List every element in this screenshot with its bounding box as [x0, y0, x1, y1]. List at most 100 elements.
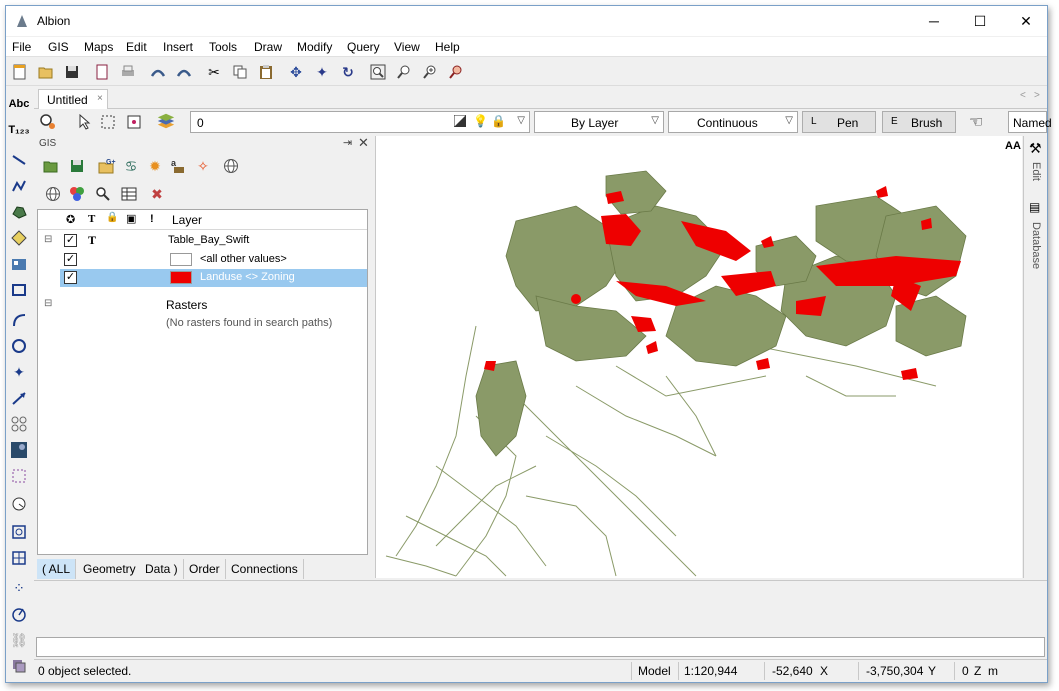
print-header-icon[interactable]: ▣: [126, 212, 136, 225]
save-icon[interactable]: [62, 62, 82, 82]
tab-scroll-right-icon[interactable]: >: [1034, 90, 1040, 101]
select-window-icon[interactable]: [98, 112, 118, 132]
open-folder-icon[interactable]: [36, 62, 56, 82]
tab-order[interactable]: Order: [184, 559, 226, 579]
menu-draw[interactable]: Draw: [254, 40, 282, 54]
list-item[interactable]: ✓ Landuse <> Zoning: [60, 269, 367, 287]
table-row[interactable]: ⊟ ✓ T Table_Bay_Swift: [38, 232, 367, 250]
block-tool-icon[interactable]: [9, 254, 29, 274]
gis-magic-wand-icon[interactable]: ✧: [193, 156, 213, 176]
layers-manager-icon[interactable]: [156, 111, 176, 131]
row-visible-checkbox[interactable]: ✓: [64, 253, 77, 266]
minimize-button[interactable]: ─: [911, 6, 957, 36]
menu-maps[interactable]: Maps: [84, 40, 113, 54]
tools-icon[interactable]: ⚒: [1029, 140, 1042, 157]
pan-icon[interactable]: ✥: [286, 62, 306, 82]
viewport-tool-icon[interactable]: [9, 522, 29, 542]
circle-tool-icon[interactable]: [9, 336, 29, 356]
database-icon[interactable]: ▤: [1029, 200, 1040, 214]
raster-image-icon[interactable]: [9, 440, 29, 460]
tab-data[interactable]: Data ): [140, 559, 184, 579]
regenerate-icon[interactable]: ↻: [338, 62, 358, 82]
mtext-tool-icon[interactable]: T₁₂₃: [8, 120, 29, 140]
menu-edit[interactable]: Edit: [126, 40, 147, 54]
list-item[interactable]: ✓ <all other values>: [38, 251, 367, 269]
close-panel-icon[interactable]: ✕: [358, 135, 369, 151]
close-button[interactable]: ✕: [1003, 6, 1049, 36]
tab-geometry[interactable]: Geometry: [78, 559, 142, 579]
tab-scroll-left-icon[interactable]: <: [1020, 90, 1026, 101]
polygon-tool-icon[interactable]: [9, 202, 29, 222]
menu-tools[interactable]: Tools: [209, 40, 237, 54]
maximize-button[interactable]: ☐: [957, 6, 1003, 36]
zoom-window-icon[interactable]: [368, 62, 388, 82]
cut-icon[interactable]: ✂: [204, 62, 224, 82]
database-side-tab[interactable]: Database: [1030, 222, 1042, 269]
gis-connect-icon[interactable]: ♋: [121, 156, 141, 176]
zoom-in-out-icon[interactable]: [420, 62, 440, 82]
select-arrow-icon[interactable]: [74, 112, 94, 132]
menu-modify[interactable]: Modify: [297, 40, 332, 54]
layer-states-icon[interactable]: [9, 656, 29, 676]
undo-icon[interactable]: [148, 62, 168, 82]
arc-tool-icon[interactable]: [9, 310, 29, 330]
gis-theme-icon[interactable]: ✹: [145, 156, 165, 176]
array-tool-icon[interactable]: [9, 414, 29, 434]
gis-colors-icon[interactable]: [67, 184, 87, 204]
scale-readout[interactable]: 1:120,944: [684, 664, 737, 678]
collapse-icon[interactable]: ⊟: [44, 234, 52, 245]
pen-button[interactable]: L Pen: [802, 111, 876, 133]
menu-help[interactable]: Help: [435, 40, 460, 54]
polyline-tool-icon[interactable]: [9, 176, 29, 196]
print-icon[interactable]: [118, 62, 138, 82]
copy-icon[interactable]: [230, 62, 250, 82]
menu-gis[interactable]: GIS: [48, 40, 69, 54]
visibility-header-icon[interactable]: ✪: [66, 213, 75, 226]
brush-button[interactable]: E Brush: [882, 111, 956, 133]
tab-close-icon[interactable]: ×: [97, 93, 103, 104]
collapse-icon[interactable]: ⊟: [44, 298, 52, 309]
map-canvas[interactable]: AA: [375, 136, 1022, 578]
row-visible-checkbox[interactable]: ✓: [64, 271, 77, 284]
gis-delete-icon[interactable]: ✖: [147, 184, 167, 204]
text-header-icon[interactable]: T: [88, 213, 95, 225]
tab-all[interactable]: ( ALL: [37, 559, 77, 579]
spline-tool-icon[interactable]: ⁘: [9, 578, 29, 598]
zoom-previous-icon[interactable]: [394, 62, 414, 82]
leader-tool-icon[interactable]: [9, 388, 29, 408]
dimension-tool-icon[interactable]: [9, 494, 29, 514]
gis-search-icon[interactable]: [93, 184, 113, 204]
lock-header-icon[interactable]: 🔒: [106, 212, 118, 223]
gis-save-icon[interactable]: [67, 156, 87, 176]
gis-table-icon[interactable]: [119, 184, 139, 204]
tab-untitled[interactable]: Untitled ×: [38, 89, 108, 109]
hatch-tool-icon[interactable]: [9, 228, 29, 248]
command-line-input[interactable]: [36, 637, 1045, 657]
text-tool-icon[interactable]: Abc: [9, 94, 30, 114]
point-tool-icon[interactable]: ✦: [9, 362, 29, 382]
tab-connections[interactable]: Connections: [226, 559, 304, 579]
redo-icon[interactable]: [174, 62, 194, 82]
table-visible-checkbox[interactable]: ✓: [64, 234, 77, 247]
linetype-select[interactable]: By Layer ▽: [534, 111, 664, 133]
warning-header-icon[interactable]: !: [150, 213, 154, 225]
print-preview-icon[interactable]: [92, 62, 112, 82]
zoom-extents-icon[interactable]: ✦: [312, 62, 332, 82]
layer-select[interactable]: 0 💡 🔒 ▽: [190, 111, 530, 133]
line-tool-icon[interactable]: [9, 150, 29, 170]
named-select[interactable]: Named: [1008, 111, 1052, 133]
pin-icon[interactable]: ⇥: [343, 136, 352, 149]
layer-column-header[interactable]: Layer: [172, 213, 202, 227]
paste-icon[interactable]: [256, 62, 276, 82]
rasters-row[interactable]: ⊟ Rasters: [38, 296, 367, 314]
gis-globe-icon[interactable]: [221, 156, 241, 176]
menu-file[interactable]: File: [12, 40, 31, 54]
pointing-hand-icon[interactable]: ☜: [966, 112, 986, 132]
select-properties-icon[interactable]: [124, 112, 144, 132]
gis-label-icon[interactable]: a: [169, 156, 189, 176]
menu-query[interactable]: Query: [347, 40, 380, 54]
select-filter-icon[interactable]: [38, 112, 58, 132]
gis-add-layer-icon[interactable]: G+: [97, 156, 117, 176]
menu-view[interactable]: View: [394, 40, 420, 54]
selection-region-icon[interactable]: [9, 466, 29, 486]
